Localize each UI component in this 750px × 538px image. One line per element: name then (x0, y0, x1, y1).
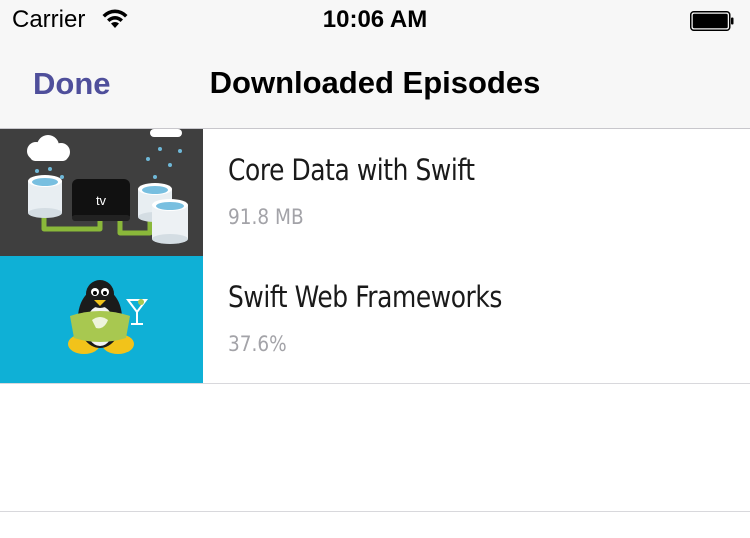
status-bar: Carrier 10:06 AM (0, 0, 750, 40)
clock: 10:06 AM (322, 6, 428, 33)
penguin-illustration (0, 256, 203, 383)
episode-thumbnail (0, 256, 203, 383)
apple-tv-illustration: tv (0, 129, 203, 256)
episode-progress: 37.6% (228, 332, 287, 356)
episode-title: Swift Web Frameworks (228, 280, 502, 314)
episode-row-swift-web[interactable]: Swift Web Frameworks 37.6% (0, 256, 750, 384)
episode-thumbnail: tv (0, 129, 203, 256)
navigation-bar: Downloaded Episodes Done (0, 40, 750, 129)
thumbnail-tv-label: tv (96, 193, 107, 208)
separator (0, 511, 750, 512)
episode-title: Core Data with Swift (228, 153, 475, 187)
done-button[interactable]: Done (33, 66, 111, 102)
episode-size: 91.8 MB (228, 205, 304, 229)
episode-row-core-data[interactable]: tv Core Data with Swift 91.8 MB (0, 129, 750, 257)
battery-icon (690, 11, 734, 31)
page-title: Downloaded Episodes (209, 65, 541, 100)
